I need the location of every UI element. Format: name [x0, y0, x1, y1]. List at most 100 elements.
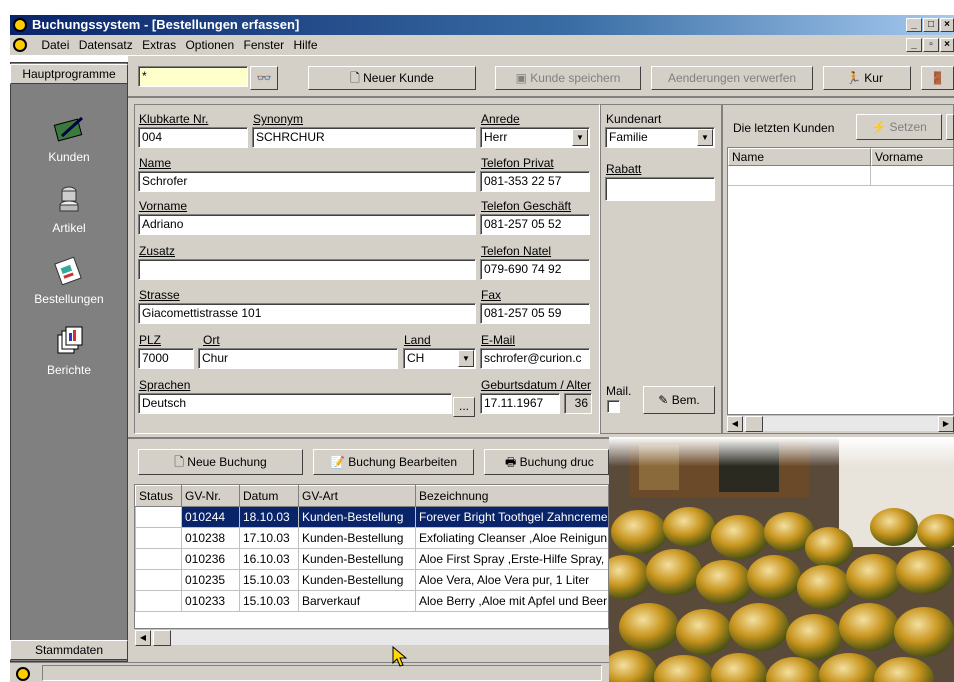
scroll-right-icon[interactable]: ▶	[938, 416, 954, 432]
table-row[interactable]: 010244 18.10.03 Kunden-Bestellung Foreve…	[135, 506, 608, 528]
new-booking-button[interactable]: 🗋 Neue Buchung	[138, 449, 303, 475]
sidebar-item-berichte[interactable]: Berichte	[10, 325, 128, 377]
sidebar-item-kunden[interactable]: Kunden	[10, 112, 128, 164]
maximize-button[interactable]: □	[923, 18, 939, 32]
list-item[interactable]	[871, 166, 953, 186]
edit-booking-button[interactable]: 📝 Buchung Bearbeiten	[313, 449, 474, 475]
zusatz-field[interactable]	[138, 259, 476, 280]
bookings-hscrollbar[interactable]: ◀	[135, 629, 609, 646]
tel-privat-field[interactable]: 081-353 22 57	[480, 171, 590, 192]
scroll-thumb[interactable]	[745, 416, 763, 432]
table-row[interactable]: 010233 15.10.03 Barverkauf Aloe Berry ,A…	[135, 590, 608, 612]
land-select[interactable]: CH ▼	[403, 348, 476, 369]
sidebar-header[interactable]: Hauptprogramme	[10, 64, 128, 84]
ort-label: Ort	[203, 333, 220, 347]
strasse-label: Strasse	[139, 288, 180, 302]
scroll-left-icon[interactable]: ◀	[727, 416, 743, 432]
edit-document-icon: 📝	[329, 455, 349, 469]
recent-customers-list[interactable]: Name Vorname	[727, 147, 954, 415]
sprachen-field[interactable]: Deutsch	[138, 393, 452, 414]
table-row[interactable]: 010238 17.10.03 Kunden-Bestellung Exfoli…	[135, 527, 608, 549]
sidebar-item-label: Kunden	[48, 150, 90, 164]
close-button[interactable]: ×	[940, 18, 954, 32]
sidebar-item-bestellungen[interactable]: Bestellungen	[10, 254, 128, 306]
cell-gv-nr: 010236	[181, 548, 240, 570]
synonym-field[interactable]: SCHRCHUR	[252, 127, 476, 148]
set-button[interactable]: ⚡ Setzen	[856, 114, 942, 140]
print-booking-button[interactable]: 🖶 Buchung druc	[484, 449, 609, 475]
tel-natel-field[interactable]: 079-690 74 92	[480, 259, 590, 280]
col-bezeichnung[interactable]: Bezeichnung	[415, 485, 608, 507]
cell-gv-nr: 010244	[181, 506, 240, 528]
col-status[interactable]: Status	[135, 485, 182, 507]
menu-hilfe[interactable]: Hilfe	[294, 38, 318, 52]
discard-changes-button[interactable]: Aenderungen verwerfen	[651, 66, 813, 90]
cell-status	[135, 548, 182, 570]
cell-datum: 18.10.03	[239, 506, 299, 528]
exit-button[interactable]: 🚪	[921, 66, 954, 90]
anrede-select[interactable]: Herr ▼	[480, 127, 590, 148]
kundenart-select[interactable]: Familie ▼	[605, 127, 715, 148]
menu-extras[interactable]: Extras	[142, 38, 176, 52]
col-datum[interactable]: Datum	[239, 485, 299, 507]
col-name-header[interactable]: Name	[728, 148, 871, 166]
cell-bezeichnung: Exfoliating Cleanser ,Aloe Reinigun	[415, 527, 608, 549]
scroll-left-icon[interactable]: ◀	[135, 630, 151, 646]
save-icon: ▣	[515, 71, 531, 85]
menu-datei[interactable]: Datei	[41, 38, 69, 52]
more-button[interactable]	[946, 114, 954, 140]
mail-checkbox[interactable]	[607, 400, 620, 413]
sidebar-item-label: Bestellungen	[34, 292, 104, 306]
chevron-down-icon[interactable]: ▼	[697, 129, 713, 146]
rabatt-field[interactable]	[605, 177, 715, 201]
col-vorname-header[interactable]: Vorname	[871, 148, 953, 166]
minimize-button[interactable]: _	[906, 18, 922, 32]
menu-fenster[interactable]: Fenster	[243, 38, 284, 52]
sidebar-item-label: Artikel	[52, 221, 86, 235]
child-minimize-button[interactable]: _	[906, 38, 922, 52]
col-gv-art[interactable]: GV-Art	[298, 485, 416, 507]
child-restore-button[interactable]: ▫	[923, 38, 939, 52]
table-row[interactable]: 010235 15.10.03 Kunden-Bestellung Aloe V…	[135, 569, 608, 591]
klubkarte-label: Klubkarte Nr.	[139, 112, 209, 126]
sidebar-item-artikel[interactable]: Artikel	[10, 183, 128, 235]
child-close-button[interactable]: ×	[940, 38, 954, 52]
artikel-icon	[59, 186, 79, 212]
tel-geschaeft-field[interactable]: 081-257 05 52	[480, 214, 590, 235]
chevron-down-icon[interactable]: ▼	[572, 129, 588, 146]
cell-bezeichnung: Aloe Vera, Aloe Vera pur, 1 Liter	[415, 569, 608, 591]
chevron-down-icon[interactable]: ▼	[458, 350, 474, 367]
geburtsdatum-field[interactable]: 17.11.1967	[480, 393, 560, 414]
menu-optionen[interactable]: Optionen	[185, 38, 234, 52]
ort-field[interactable]: Chur	[198, 348, 398, 369]
scroll-thumb[interactable]	[153, 630, 171, 646]
name-field[interactable]: Schrofer	[138, 171, 476, 192]
klubkarte-field[interactable]: 004	[138, 127, 248, 148]
save-customer-button[interactable]: ▣ Kunde speichern	[495, 66, 641, 90]
sidebar-footer[interactable]: Stammdaten	[10, 640, 128, 660]
cell-gv-nr: 010233	[181, 590, 240, 612]
search-button[interactable]: 👓	[250, 66, 278, 90]
search-input[interactable]: *	[138, 66, 248, 87]
sprachen-ellipsis-button[interactable]: ...	[453, 397, 475, 417]
list-item[interactable]	[728, 166, 871, 186]
col-gv-nr[interactable]: GV-Nr.	[181, 485, 240, 507]
fax-field[interactable]: 081-257 05 59	[480, 303, 590, 324]
new-customer-button[interactable]: 🗋 Neuer Kunde	[308, 66, 476, 90]
menu-datensatz[interactable]: Datensatz	[79, 38, 133, 52]
email-field[interactable]: schrofer@curion.c	[480, 348, 590, 369]
plz-label: PLZ	[139, 333, 162, 347]
table-row[interactable]: 010236 16.10.03 Kunden-Bestellung Aloe F…	[135, 548, 608, 570]
mouse-cursor-icon	[392, 646, 408, 667]
bem-button[interactable]: ✎ Bem.	[643, 386, 715, 414]
bookings-separator	[128, 437, 609, 439]
plz-field[interactable]: 7000	[138, 348, 194, 369]
strasse-field[interactable]: Giacomettistrasse 101	[138, 303, 476, 324]
vorname-field[interactable]: Adriano	[138, 214, 476, 235]
window-title-bar[interactable]: Buchungssystem - [Bestellungen erfassen]	[10, 15, 954, 35]
cell-datum: 15.10.03	[239, 590, 299, 612]
kur-button[interactable]: 🏃 Kur	[823, 66, 911, 90]
new-document-icon: 🗋	[350, 71, 364, 85]
printer-icon: 🖶	[505, 455, 520, 469]
recent-hscrollbar[interactable]: ◀ ▶	[727, 415, 954, 432]
